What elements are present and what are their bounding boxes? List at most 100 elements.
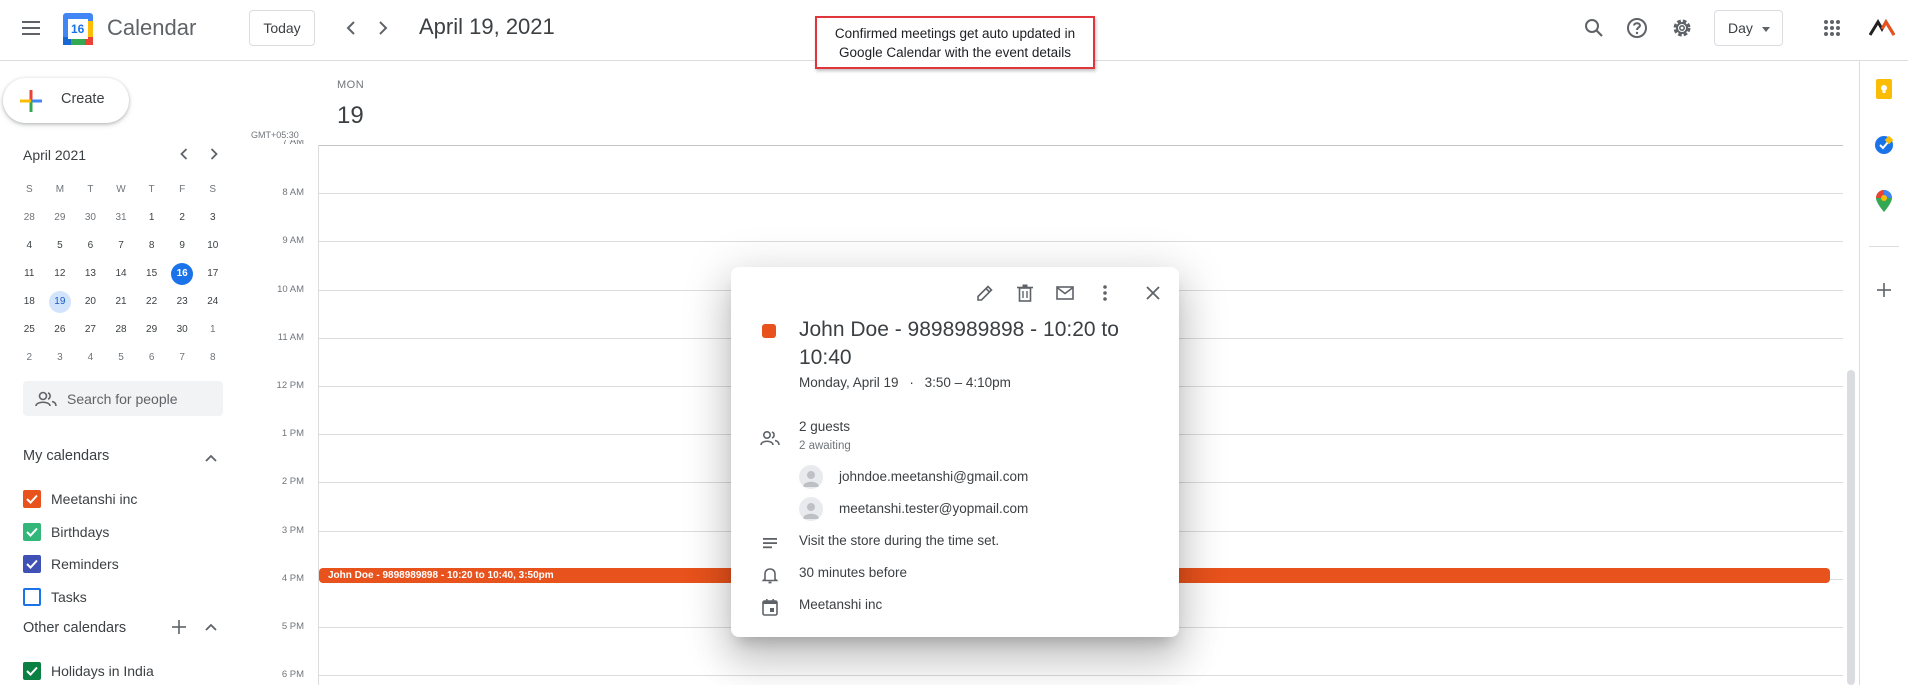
mini-calendar-day[interactable]: 16 [167, 263, 198, 285]
mini-calendar-day-label: 4 [87, 352, 94, 363]
add-addon-icon[interactable] [1864, 270, 1904, 310]
mini-calendar-day[interactable]: 7 [106, 235, 137, 257]
maps-icon[interactable] [1864, 181, 1904, 221]
mini-calendar-day[interactable]: 5 [45, 235, 76, 257]
mini-calendar-day[interactable]: 8 [197, 347, 228, 369]
grid-scrollbar[interactable] [1847, 370, 1855, 685]
edit-pencil-icon[interactable] [969, 277, 1001, 309]
search-people-input[interactable]: Search for people [23, 381, 223, 416]
calendar-list-item[interactable]: Meetanshi inc [23, 487, 223, 511]
account-logo-icon[interactable] [1862, 8, 1902, 48]
mini-calendar-day[interactable]: 19 [45, 291, 76, 313]
mini-calendar-day[interactable]: 28 [106, 319, 137, 341]
help-icon[interactable] [1617, 8, 1657, 48]
mini-calendar-day[interactable]: 5 [106, 347, 137, 369]
mini-calendar-day[interactable]: 20 [75, 291, 106, 313]
current-date-title: April 19, 2021 [419, 14, 555, 39]
mini-calendar-day[interactable]: 4 [14, 235, 45, 257]
more-options-icon[interactable] [1089, 277, 1121, 309]
mini-calendar-day-label: 2 [26, 352, 33, 363]
calendar-list-item[interactable]: Birthdays [23, 520, 223, 544]
calendar-list-item[interactable]: Holidays in India [23, 659, 223, 683]
my-calendars-title[interactable]: My calendars [23, 448, 109, 464]
delete-trash-icon[interactable] [1009, 277, 1041, 309]
view-switcher-dropdown[interactable]: Day [1714, 10, 1783, 46]
mini-calendar-day-label: 25 [23, 324, 35, 335]
mini-calendar-day[interactable]: 18 [14, 291, 45, 313]
day-number[interactable]: 19 [337, 102, 364, 130]
mini-calendar-prev-button[interactable] [170, 140, 198, 168]
mini-calendar-day[interactable]: 1 [136, 207, 167, 229]
mini-calendar-day[interactable]: 3 [45, 347, 76, 369]
mini-calendar-day[interactable]: 25 [14, 319, 45, 341]
hour-label: 8 AM [282, 187, 304, 199]
mini-calendar-day[interactable]: 27 [75, 319, 106, 341]
mini-calendar-day[interactable]: 2 [14, 347, 45, 369]
calendar-checkbox[interactable] [23, 555, 41, 573]
chevron-up-icon[interactable] [199, 446, 223, 470]
mini-calendar-day[interactable]: 14 [106, 263, 137, 285]
apps-grid-icon[interactable] [1812, 8, 1852, 48]
mini-calendar-day[interactable]: 21 [106, 291, 137, 313]
other-calendars-title[interactable]: Other calendars [23, 620, 126, 636]
guest-email[interactable]: johndoe.meetanshi@gmail.com [839, 469, 1028, 484]
mini-calendar-day[interactable]: 28 [14, 207, 45, 229]
mini-calendar-day[interactable]: 6 [136, 347, 167, 369]
mini-calendar-day[interactable]: 13 [75, 263, 106, 285]
next-period-button[interactable] [363, 8, 403, 48]
hour-label: 6 PM [281, 669, 304, 681]
mini-calendar-day[interactable]: 3 [197, 207, 228, 229]
tasks-icon[interactable] [1864, 125, 1904, 165]
calendar-checkbox[interactable] [23, 587, 41, 606]
mini-calendar-day[interactable]: 9 [167, 235, 198, 257]
mini-calendar-day-label: 10 [207, 240, 219, 251]
app-title[interactable]: Calendar [107, 15, 196, 41]
mini-calendar-day[interactable]: 15 [136, 263, 167, 285]
calendar-list-item[interactable]: Tasks [23, 585, 223, 609]
search-icon[interactable] [1574, 8, 1614, 48]
mini-calendar-day[interactable]: 17 [197, 263, 228, 285]
mini-calendar-day[interactable]: 11 [14, 263, 45, 285]
mini-calendar-day[interactable]: 6 [75, 235, 106, 257]
mini-calendar-day[interactable]: 7 [167, 347, 198, 369]
calendar-list-item[interactable]: Reminders [23, 552, 223, 576]
mini-calendar-day[interactable]: 2 [167, 207, 198, 229]
mini-calendar-day[interactable]: 22 [136, 291, 167, 313]
mini-calendar-day[interactable]: 24 [197, 291, 228, 313]
calendar-checkbox[interactable] [23, 522, 41, 541]
today-button[interactable]: Today [249, 10, 315, 46]
timezone-label: GMT+05:30 [251, 130, 299, 140]
keep-icon[interactable] [1864, 69, 1904, 109]
mini-calendar-day[interactable]: 12 [45, 263, 76, 285]
mini-calendar-day[interactable]: 30 [167, 319, 198, 341]
main-menu-icon[interactable] [11, 8, 51, 48]
guest-email[interactable]: meetanshi.tester@yopmail.com [839, 501, 1028, 516]
mini-calendar-day-label: 26 [54, 324, 66, 335]
hour-gridline [318, 675, 1843, 677]
mini-calendar-day[interactable]: 10 [197, 235, 228, 257]
mini-calendar-day-label: 17 [207, 268, 219, 279]
mini-calendar-day[interactable]: 29 [136, 319, 167, 341]
email-guests-icon[interactable] [1049, 277, 1081, 309]
mini-calendar-day-label: 8 [209, 352, 216, 363]
mini-calendar-day[interactable]: 1 [197, 319, 228, 341]
settings-gear-icon[interactable] [1662, 8, 1702, 48]
mini-calendar-weekday: W [116, 184, 126, 195]
mini-calendar-day[interactable]: 31 [106, 207, 137, 229]
mini-calendar-day[interactable]: 4 [75, 347, 106, 369]
mini-calendar-day[interactable]: 30 [75, 207, 106, 229]
mini-calendar-weekday: F [179, 184, 186, 195]
mini-calendar-day[interactable]: 23 [167, 291, 198, 313]
guests-count[interactable]: 2 guests [799, 419, 850, 434]
create-button[interactable]: Create [3, 78, 129, 123]
add-other-calendar-icon[interactable] [167, 615, 191, 639]
mini-calendar-day[interactable]: 26 [45, 319, 76, 341]
mini-calendar-day[interactable]: 8 [136, 235, 167, 257]
calendar-checkbox[interactable] [23, 490, 41, 508]
chevron-up-icon[interactable] [199, 615, 223, 639]
mini-calendar-next-button[interactable] [200, 140, 228, 168]
calendar-logo-icon[interactable]: 16 [63, 13, 93, 45]
mini-calendar-day[interactable]: 29 [45, 207, 76, 229]
calendar-checkbox[interactable] [23, 662, 41, 680]
close-icon[interactable] [1137, 277, 1169, 309]
